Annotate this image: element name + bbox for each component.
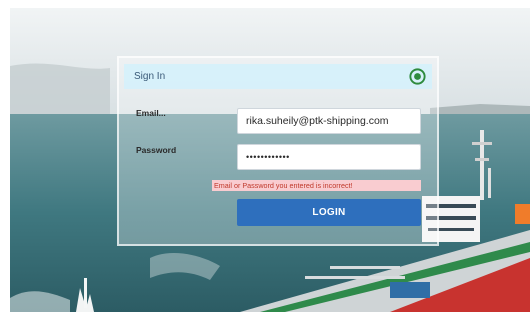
email-label: Email...	[136, 108, 166, 118]
login-button[interactable]: LOGIN	[237, 199, 421, 226]
panel-title: Sign In	[134, 71, 166, 82]
panel-header: Sign In	[124, 64, 432, 89]
error-message: Email or Password you entered is incorre…	[212, 180, 421, 191]
password-label: Password	[136, 145, 177, 155]
password-field[interactable]: ••••••••••••	[237, 144, 421, 170]
email-field[interactable]: rika.suheily@ptk-shipping.com	[237, 108, 421, 134]
login-page: Sign In Email... rika.suheily@ptk-shippi…	[10, 8, 530, 312]
ok-circle-icon	[409, 68, 426, 85]
